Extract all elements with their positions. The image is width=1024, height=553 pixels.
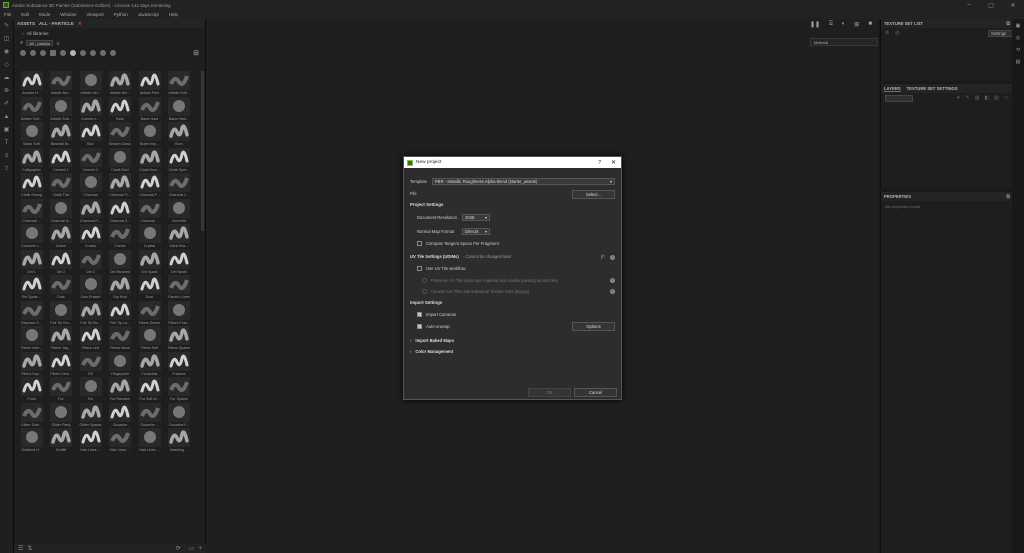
import-cameras-row: ✓ Import Cameras — [417, 312, 456, 317]
tangent-checkbox[interactable] — [417, 241, 422, 246]
chevron-down-icon: ▾ — [609, 179, 612, 184]
normal-fmt-select[interactable]: DirectX ▾ — [462, 228, 490, 235]
color-mgmt-label: Color Management — [415, 349, 454, 354]
doc-res-label: Document Resolution — [417, 215, 458, 220]
doc-res-row: Document Resolution 2048 ▾ — [417, 214, 490, 221]
new-project-dialog: New project ? ✕ Template PBR - Metallic … — [403, 156, 622, 400]
uv-opt2-label: Convert UV Tiles into individual Texture… — [431, 289, 530, 294]
doc-res-select[interactable]: 2048 ▾ — [462, 214, 490, 221]
uv-note: - Cannot be changed later — [462, 254, 512, 259]
uv-opt2-row: Convert UV Tiles into individual Texture… — [422, 289, 529, 294]
info-icon[interactable]: i — [610, 289, 615, 294]
normal-fmt-value: DirectX — [465, 229, 479, 234]
normal-fmt-row: Normal Map Format DirectX ▾ — [417, 228, 490, 235]
file-row: File — [410, 191, 417, 196]
info-icon[interactable]: i — [610, 255, 615, 260]
tangent-label: Compute Tangent Space Per Fragment — [426, 241, 499, 246]
ok-button[interactable]: OK — [528, 388, 571, 397]
cancel-button[interactable]: Cancel — [574, 388, 617, 397]
uv-workflow-checkbox[interactable] — [417, 266, 422, 271]
file-label: File — [410, 191, 417, 196]
color-mgmt-row[interactable]: › Color Management — [410, 349, 453, 354]
select-file-button[interactable]: Select... — [572, 190, 615, 199]
options-button[interactable]: Options — [572, 322, 615, 331]
import-settings-heading: Import Settings — [410, 300, 443, 305]
normal-fmt-label: Normal Map Format — [417, 229, 455, 234]
chevron-down-icon: ▾ — [484, 215, 487, 220]
import-baked-label: Import Baked Maps — [415, 338, 455, 343]
template-label: Template — [410, 179, 427, 184]
auto-unwrap-label: Auto-unwrap — [426, 324, 450, 329]
template-select[interactable]: PBR - Metallic Roughness Alpha-blend (st… — [432, 178, 615, 185]
uv-heading-row: UV Tile Settings (UDIMs) - Cannot be cha… — [410, 254, 511, 259]
dialog-header: New project ? ✕ — [404, 157, 621, 168]
auto-unwrap-row: ✓ Auto-unwrap — [417, 324, 450, 329]
dialog-app-icon — [407, 159, 413, 166]
help-icon[interactable]: ? — [598, 160, 601, 166]
uv-opt1-label: Preserve UV Tile layout per material and… — [431, 278, 558, 283]
tangent-row: Compute Tangent Space Per Fragment — [417, 241, 499, 246]
info-icon[interactable]: i — [610, 278, 615, 283]
dialog-close-icon[interactable]: ✕ — [611, 159, 616, 166]
project-settings-heading: Project Settings — [410, 202, 444, 207]
uv-workflow-row: Use UV Tile workflow — [417, 266, 466, 271]
chevron-right-icon: › — [410, 338, 412, 343]
graduation-cap-icon[interactable]: 🎓 — [600, 254, 606, 260]
doc-res-value: 2048 — [465, 215, 475, 220]
uv-opt2-radio[interactable] — [422, 289, 427, 294]
chevron-right-icon: › — [410, 349, 412, 354]
import-cameras-checkbox[interactable]: ✓ — [417, 312, 422, 317]
import-cameras-label: Import Cameras — [426, 312, 457, 317]
import-baked-row[interactable]: › Import Baked Maps — [410, 338, 454, 343]
dialog-title: New project — [416, 160, 442, 165]
uv-opt1-row: Preserve UV Tile layout per material and… — [422, 278, 558, 283]
uv-heading: UV Tile Settings (UDIMs) — [410, 254, 459, 259]
chevron-down-icon: ▾ — [484, 229, 487, 234]
template-value: PBR - Metallic Roughness Alpha-blend (st… — [435, 179, 538, 184]
uv-opt1-radio[interactable] — [422, 278, 427, 283]
auto-unwrap-checkbox[interactable]: ✓ — [417, 324, 422, 329]
uv-workflow-label: Use UV Tile workflow — [426, 266, 466, 271]
template-row: Template PBR - Metallic Roughness Alpha-… — [410, 178, 615, 185]
